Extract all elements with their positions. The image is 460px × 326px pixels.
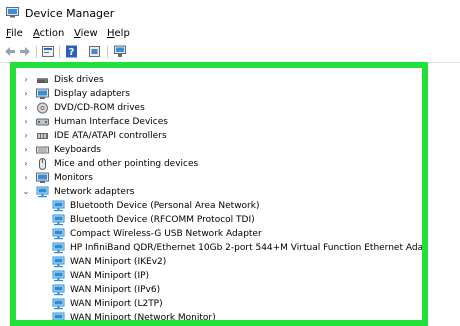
menu-action[interactable]: Action bbox=[33, 28, 64, 39]
mouse-icon bbox=[39, 158, 46, 170]
back-arrow-icon[interactable] bbox=[3, 45, 17, 58]
scan-hardware-icon[interactable] bbox=[113, 45, 127, 58]
network-adapter-label: WAN Miniport (Network Monitor) bbox=[70, 313, 216, 323]
ide-controller-icon bbox=[37, 133, 48, 139]
tree-item-label: Disk drives bbox=[54, 75, 104, 85]
monitor-icon bbox=[36, 88, 49, 99]
network-adapter-icon bbox=[52, 200, 65, 212]
update-driver-icon[interactable] bbox=[88, 45, 102, 58]
expand-chevron-icon[interactable]: › bbox=[22, 104, 30, 112]
network-adapter-icon bbox=[52, 214, 65, 226]
toolbar-separator bbox=[107, 46, 108, 58]
help-icon[interactable]: ? bbox=[65, 45, 79, 58]
device-manager-icon bbox=[6, 7, 19, 18]
network-adapter-label: Bluetooth Device (RFCOMM Protocol TDI) bbox=[70, 215, 255, 225]
menu-bar: File Action View Help bbox=[0, 26, 460, 42]
device-tree[interactable]: › Disk drives › Display adapters › DVD/C… bbox=[10, 62, 428, 326]
toolbar-separator bbox=[59, 46, 60, 58]
tree-item-label: Human Interface Devices bbox=[54, 117, 168, 127]
network-adapter-icon bbox=[52, 228, 65, 240]
expand-chevron-icon[interactable]: › bbox=[22, 160, 30, 168]
network-adapter-label: HP InfiniBand QDR/Ethernet 10Gb 2-port 5… bbox=[70, 243, 428, 253]
network-adapter-label: WAN Miniport (IP) bbox=[70, 271, 150, 281]
expand-chevron-icon[interactable]: › bbox=[22, 132, 30, 140]
keyboard-icon bbox=[36, 146, 49, 154]
hid-icon bbox=[36, 118, 49, 126]
expand-chevron-icon[interactable]: › bbox=[22, 174, 30, 182]
title-bar: Device Manager bbox=[0, 0, 460, 26]
tree-item-label: DVD/CD-ROM drives bbox=[54, 103, 145, 113]
network-adapter-label: Bluetooth Device (Personal Area Network) bbox=[70, 201, 260, 211]
network-adapter-icon bbox=[52, 256, 65, 268]
expand-chevron-icon[interactable]: › bbox=[22, 118, 30, 126]
toolbar-separator bbox=[36, 46, 37, 58]
menu-file[interactable]: File bbox=[6, 28, 23, 39]
disk-drive-icon bbox=[37, 78, 48, 83]
network-icon bbox=[36, 186, 49, 198]
window-title: Device Manager bbox=[25, 7, 115, 20]
monitor-icon bbox=[36, 172, 49, 183]
menu-help[interactable]: Help bbox=[107, 28, 130, 39]
tree-item-label: Network adapters bbox=[54, 187, 135, 197]
network-adapter-icon bbox=[52, 284, 65, 296]
tree-item-label: Mice and other pointing devices bbox=[54, 159, 199, 169]
tree-item-label: IDE ATA/ATAPI controllers bbox=[54, 131, 167, 141]
tree-item-label: Display adapters bbox=[54, 89, 130, 99]
toolbar: ? bbox=[0, 42, 460, 63]
network-adapter-label: Compact Wireless-G USB Network Adapter bbox=[70, 229, 262, 239]
network-adapter-label: WAN Miniport (IPv6) bbox=[70, 285, 161, 295]
network-adapter-icon bbox=[52, 312, 65, 320]
forward-arrow-icon[interactable] bbox=[18, 45, 32, 58]
tree-item-label: Keyboards bbox=[54, 145, 101, 155]
svg-text:?: ? bbox=[69, 47, 75, 58]
network-adapter-label: WAN Miniport (IKEv2) bbox=[70, 257, 167, 267]
collapse-chevron-icon[interactable]: ⌄ bbox=[22, 188, 30, 196]
network-adapter-icon bbox=[52, 298, 65, 310]
network-adapter-icon bbox=[52, 242, 65, 254]
expand-chevron-icon[interactable]: › bbox=[22, 90, 30, 98]
dvd-icon bbox=[37, 102, 48, 114]
expand-chevron-icon[interactable]: › bbox=[22, 76, 30, 84]
tree-item-label: Monitors bbox=[54, 173, 93, 183]
properties-icon[interactable] bbox=[41, 45, 55, 58]
network-adapter-icon bbox=[52, 270, 65, 282]
menu-view[interactable]: View bbox=[74, 28, 98, 39]
network-adapter-label: WAN Miniport (L2TP) bbox=[70, 299, 163, 309]
expand-chevron-icon[interactable]: › bbox=[22, 146, 30, 154]
